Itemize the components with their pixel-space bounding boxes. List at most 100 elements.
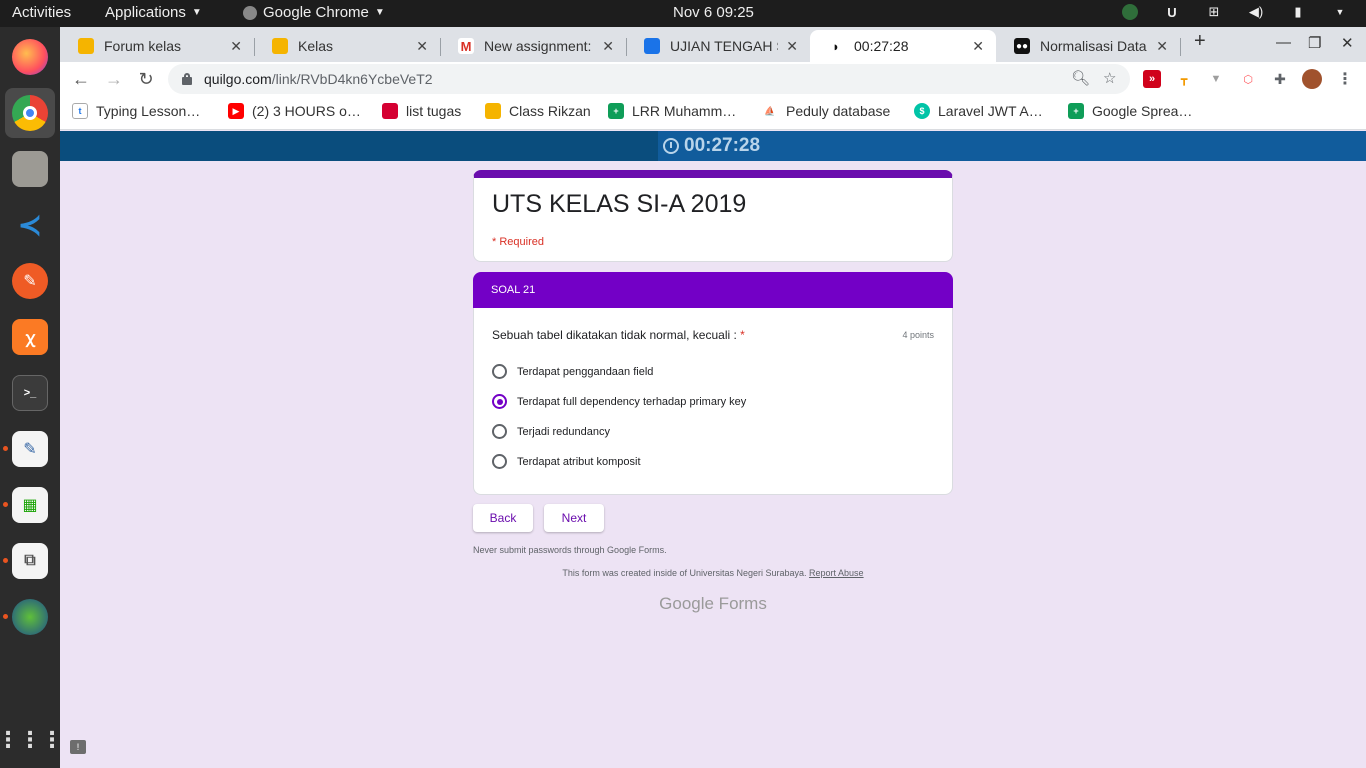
bookmark-peduly[interactable]: ⛵ Peduly database bbox=[762, 103, 890, 119]
restore-button[interactable]: ❐ bbox=[1308, 34, 1321, 52]
radio-button[interactable] bbox=[492, 364, 507, 379]
reload-icon[interactable]: ↻ bbox=[135, 68, 157, 90]
back-button[interactable]: Back bbox=[473, 504, 533, 532]
extension-red-icon[interactable]: » bbox=[1143, 70, 1161, 88]
google-forms-logo: Google Forms bbox=[659, 594, 767, 613]
option-item[interactable]: Terdapat penggandaan field bbox=[492, 364, 653, 379]
chrome-launcher[interactable] bbox=[5, 88, 55, 138]
activities-label: Activities bbox=[12, 4, 72, 21]
text-editor-launcher[interactable]: ✎ bbox=[5, 424, 55, 474]
profile-avatar[interactable] bbox=[1302, 69, 1322, 89]
medium-icon: ●● bbox=[1014, 38, 1030, 54]
applications-menu[interactable]: Applications ▼ bbox=[105, 4, 202, 21]
more-menu-icon[interactable]: ⋮ bbox=[1336, 70, 1354, 88]
postman-launcher[interactable]: ✎ bbox=[5, 256, 55, 306]
calc-launcher[interactable]: ▦ bbox=[5, 480, 55, 530]
extension-record-icon[interactable]: ⬡ bbox=[1239, 70, 1257, 88]
tab-ujian-tengah[interactable]: UJIAN TENGAH SE ✕ bbox=[626, 30, 810, 62]
clock-label: Nov 6 09:25 bbox=[673, 4, 754, 21]
firefox-icon bbox=[12, 39, 48, 75]
tab-forum-kelas[interactable]: Forum kelas ✕ bbox=[60, 30, 254, 62]
globe-app-launcher[interactable] bbox=[5, 592, 55, 642]
close-icon[interactable]: ✕ bbox=[972, 38, 984, 55]
tab-new-assignment[interactable]: M New assignment: ✕ bbox=[440, 30, 626, 62]
tab-timer-active[interactable]: ◗ 00:27:28 ✕ bbox=[810, 30, 996, 62]
close-window-button[interactable]: ✕ bbox=[1341, 34, 1354, 52]
folder-icon bbox=[12, 151, 48, 187]
puzzle-icon[interactable]: ✚ bbox=[1271, 70, 1289, 88]
xampp-launcher[interactable]: ꭓ bbox=[5, 312, 55, 362]
address-bar[interactable]: quilgo.com/link/RVbD4kn6YcbeVeT2 bbox=[168, 64, 1130, 94]
minimize-button[interactable]: — bbox=[1276, 34, 1291, 51]
timer-elapsed-segment bbox=[60, 131, 658, 161]
zoom-icon[interactable]: 🔍︎ bbox=[1071, 69, 1090, 87]
bookmark-label: list tugas bbox=[406, 103, 462, 119]
spreadsheet-icon: ▦ bbox=[12, 487, 48, 523]
show-apps-button[interactable]: ⋮⋮⋮ bbox=[0, 715, 63, 765]
option-label: Terdapat penggandaan field bbox=[517, 365, 654, 378]
network-icon[interactable]: ⊞ bbox=[1206, 4, 1222, 20]
bookmark-list-tugas[interactable]: list tugas bbox=[382, 103, 461, 119]
chrome-small-icon bbox=[243, 5, 257, 20]
new-tab-button[interactable]: + bbox=[1194, 30, 1206, 53]
globe-icon[interactable] bbox=[1122, 4, 1138, 20]
option-item[interactable]: Terdapat full dependency terhadap primar… bbox=[492, 394, 746, 409]
lock-icon bbox=[182, 73, 192, 85]
clock[interactable]: Nov 6 09:25 bbox=[673, 4, 754, 21]
star-icon[interactable]: ☆ bbox=[1103, 69, 1116, 87]
applications-label: Applications bbox=[105, 4, 186, 21]
feedback-icon[interactable]: ! bbox=[70, 740, 86, 754]
pma-icon: ⛵ bbox=[762, 103, 778, 119]
typing-icon: t bbox=[72, 103, 88, 119]
extension-orange-icon[interactable]: ┳ bbox=[1175, 70, 1193, 88]
next-button[interactable]: Next bbox=[544, 504, 604, 532]
close-icon[interactable]: ✕ bbox=[416, 38, 428, 55]
timer-bar: 00:27:28 bbox=[60, 131, 1366, 161]
vscode-launcher[interactable]: ≺ bbox=[5, 200, 55, 250]
page-content: 00:27:28 UTS KELAS SI-A 2019 * Required … bbox=[60, 131, 1366, 768]
classroom-icon bbox=[272, 38, 288, 54]
tab-title: 00:27:28 bbox=[854, 38, 909, 54]
back-arrow-icon[interactable]: ← bbox=[70, 68, 92, 90]
forward-arrow-icon[interactable]: → bbox=[103, 68, 125, 90]
radio-button[interactable] bbox=[492, 424, 507, 439]
files-launcher[interactable] bbox=[5, 144, 55, 194]
app-menu-chrome[interactable]: Google Chrome ▼ bbox=[243, 4, 385, 21]
option-label: Terjadi redundancy bbox=[517, 425, 610, 438]
tab-normalisasi-data[interactable]: ●● Normalisasi Data ✕ bbox=[996, 30, 1180, 62]
bookmark-typing-lesson[interactable]: t Typing Lesson… bbox=[72, 103, 200, 119]
form-title: UTS KELAS SI-A 2019 bbox=[492, 190, 747, 218]
close-icon[interactable]: ✕ bbox=[786, 38, 798, 55]
pencil-icon: ✎ bbox=[12, 431, 48, 467]
bookmark-lrr[interactable]: + LRR Muhamm… bbox=[608, 103, 736, 119]
close-icon[interactable]: ✕ bbox=[1156, 38, 1168, 55]
terminal-launcher[interactable]: >_ bbox=[5, 368, 55, 418]
tab-kelas[interactable]: Kelas ✕ bbox=[254, 30, 440, 62]
option-item[interactable]: Terjadi redundancy bbox=[492, 424, 610, 439]
radio-button[interactable] bbox=[492, 454, 507, 469]
dollar-icon: $ bbox=[914, 103, 930, 119]
document-viewer-launcher[interactable]: ⧉ bbox=[5, 536, 55, 586]
chevron-down-icon[interactable]: ▼ bbox=[1332, 4, 1348, 20]
bookmark-youtube[interactable]: ▶ (2) 3 HOURS o… bbox=[228, 103, 361, 119]
bookmark-class-rikzan[interactable]: Class Rikzan bbox=[485, 103, 591, 119]
terminal-icon: >_ bbox=[12, 375, 48, 411]
system-top-bar: Activities Applications ▼ Google Chrome ▼ … bbox=[0, 0, 1366, 27]
extension-v-icon[interactable]: ▼ bbox=[1207, 70, 1225, 88]
close-icon[interactable]: ✕ bbox=[230, 38, 242, 55]
volume-icon[interactable]: ◀) bbox=[1248, 4, 1264, 20]
url-path: /link/RVbD4kn6YcbeVeT2 bbox=[271, 71, 433, 87]
close-icon[interactable]: ✕ bbox=[602, 38, 614, 55]
firefox-launcher[interactable] bbox=[5, 32, 55, 82]
question-points: 4 points bbox=[902, 330, 934, 340]
option-item[interactable]: Terdapat atribut komposit bbox=[492, 454, 641, 469]
classroom-icon bbox=[644, 38, 660, 54]
report-abuse-link[interactable]: Report Abuse bbox=[809, 568, 864, 578]
activities-button[interactable]: Activities bbox=[12, 4, 71, 21]
radio-button-selected[interactable] bbox=[492, 394, 507, 409]
bookmark-google-sheets[interactable]: + Google Sprea… bbox=[1068, 103, 1192, 119]
tab-title: Kelas bbox=[298, 38, 334, 54]
battery-icon[interactable]: ▮ bbox=[1290, 4, 1306, 20]
magnet-icon[interactable]: U bbox=[1164, 4, 1180, 20]
bookmark-laravel-jwt[interactable]: $ Laravel JWT A… bbox=[914, 103, 1043, 119]
